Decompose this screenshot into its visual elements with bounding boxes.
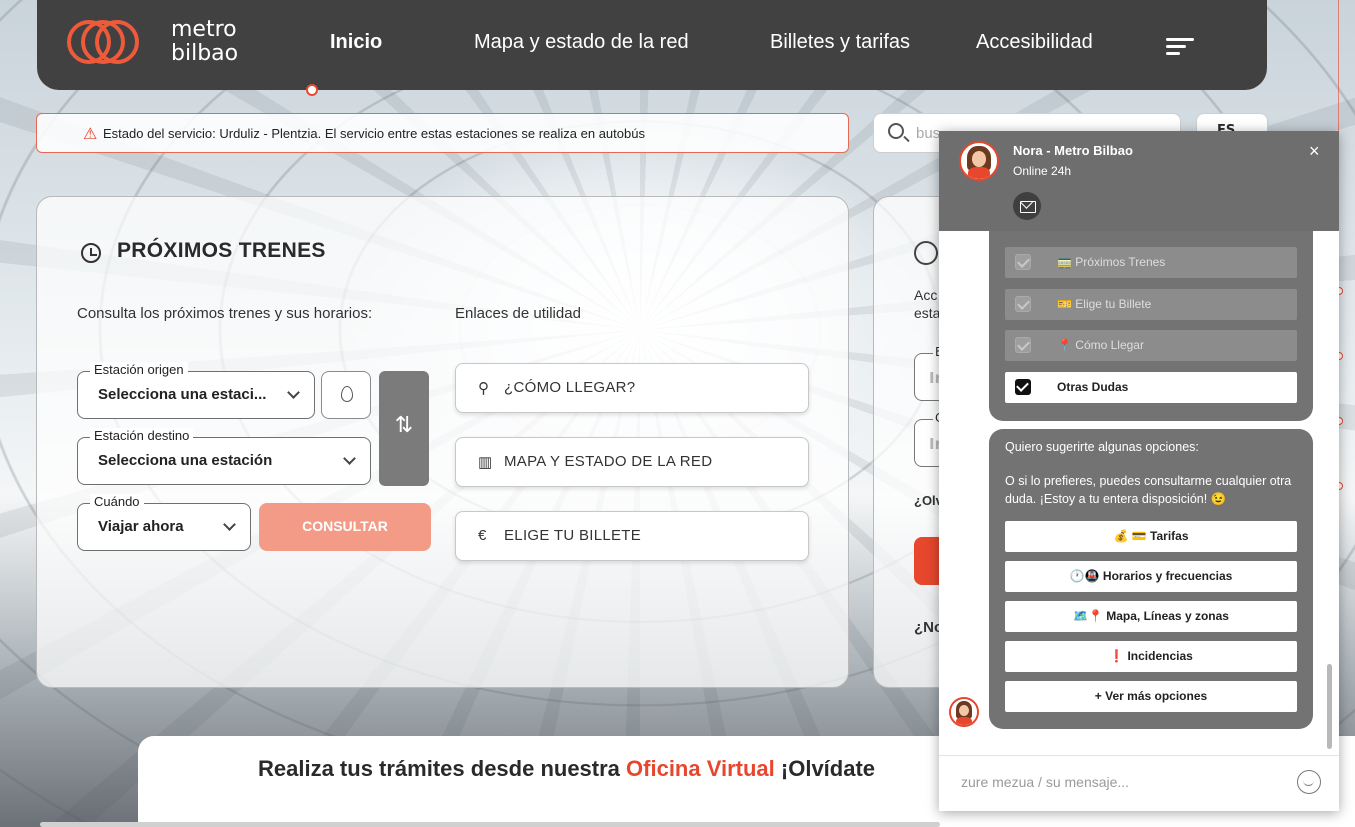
origin-value: Selecciona una estaci... (98, 386, 267, 403)
how-to-get-label: ¿CÓMO LLEGAR? (504, 379, 636, 396)
quick-reply-mapa[interactable]: 🗺️📍 Mapa, Líneas y zonas (1005, 601, 1297, 632)
chat-agent-name: Nora - Metro Bilbao (1013, 143, 1133, 158)
option-label: 🎫 Elige tu Billete (1057, 297, 1152, 311)
quick-reply-incidencias[interactable]: ❗ Incidencias (1005, 641, 1297, 672)
choose-ticket-label: ELIGE TU BILLETE (504, 527, 642, 544)
chat-message-input[interactable]: zure mezua / su mensaje... (961, 774, 1129, 790)
useful-links-title: Enlaces de utilidad (455, 305, 581, 322)
active-nav-indicator (306, 84, 318, 96)
nav-mapa-estado[interactable]: Mapa y estado de la red (474, 31, 689, 54)
quick-reply-mas-opciones[interactable]: + Ver más opciones (1005, 681, 1297, 712)
chat-widget: Nora - Metro Bilbao Online 24h × 🚃 Próxi… (939, 131, 1339, 811)
metro-bilbao-logo[interactable] (67, 18, 139, 66)
top-navigation: metro bilbao Inicio Mapa y estado de la … (37, 0, 1267, 90)
quick-reply-tarifas[interactable]: 💰 💳 Tarifas (1005, 521, 1297, 552)
location-pin-icon (341, 386, 353, 402)
when-value: Viajar ahora (98, 518, 184, 535)
warning-icon: ⚠ (83, 126, 98, 143)
search-icon (888, 123, 904, 139)
destination-station-select[interactable]: Estación destino Selecciona una estación (77, 428, 371, 485)
chevron-down-icon (223, 518, 236, 531)
side-line-2: esta (914, 305, 941, 321)
map-icon: ▥ (478, 454, 493, 471)
next-trains-subtitle: Consulta los próximos trenes y sus horar… (77, 305, 373, 322)
chevron-down-icon (343, 452, 356, 465)
option-otras-dudas[interactable]: Otras Dudas (1005, 372, 1297, 403)
nav-accesibilidad[interactable]: Accesibilidad (976, 31, 1093, 54)
chat-header: Nora - Metro Bilbao Online 24h × (939, 131, 1339, 231)
side-line-1: Acc (914, 287, 938, 303)
checkbox-checked-icon (1015, 296, 1031, 312)
nora-avatar (959, 141, 999, 181)
origin-station-select[interactable]: Estación origen Selecciona una estaci... (77, 362, 315, 419)
route-icon: ⚲ (478, 380, 490, 397)
checkbox-checked-icon (1015, 254, 1031, 270)
choose-ticket-link[interactable]: € ELIGE TU BILLETE (455, 511, 809, 561)
network-map-link[interactable]: ▥ MAPA Y ESTADO DE LA RED (455, 437, 809, 487)
option-elige-billete: 🎫 Elige tu Billete (1005, 289, 1297, 320)
next-trains-title: PRÓXIMOS TRENES (117, 239, 326, 262)
chevron-down-icon (287, 386, 300, 399)
euro-icon: € (478, 527, 487, 544)
next-trains-card: PRÓXIMOS TRENES Consulta los próximos tr… (36, 196, 849, 688)
brand-line-2: bilbao (171, 41, 239, 66)
option-label: 📍 Cómo Llegar (1057, 338, 1144, 352)
chat-status: Online 24h (1013, 164, 1072, 178)
alert-label: Estado del servicio: (103, 126, 216, 141)
how-to-get-link[interactable]: ⚲ ¿CÓMO LLEGAR? (455, 363, 809, 413)
origin-label: Estación origen (90, 362, 188, 377)
hamburger-icon[interactable] (1166, 38, 1194, 59)
suggestions-intro: Quiero sugerirte algunas opciones: (1005, 440, 1199, 454)
nora-avatar-small (949, 697, 979, 727)
brand-name[interactable]: metro bilbao (171, 18, 238, 66)
virtual-office-link[interactable]: Oficina Virtual (626, 756, 775, 781)
suggestions-bubble: Quiero sugerirte algunas opciones: O si … (989, 429, 1313, 729)
metro-logo-icon (914, 241, 938, 265)
network-map-label: MAPA Y ESTADO DE LA RED (504, 453, 713, 470)
banner-text-after: ¡Olvídate (774, 756, 876, 781)
nav-inicio[interactable]: Inicio (330, 31, 382, 54)
quick-reply-horarios[interactable]: 🕐🚇 Horarios y frecuencias (1005, 561, 1297, 592)
when-select[interactable]: Cuándo Viajar ahora (77, 494, 251, 551)
service-alert[interactable]: ⚠ Estado del servicio: Urduliz - Plentzi… (36, 113, 849, 153)
option-label: 🚃 Próximos Trenes (1057, 255, 1166, 269)
option-proximos-trenes: 🚃 Próximos Trenes (1005, 247, 1297, 278)
banner-text: Realiza tus trámites desde nuestra Ofici… (258, 756, 875, 782)
clock-icon (81, 243, 101, 263)
suggestions-text: O si lo prefieres, puedes consultarme cu… (1005, 474, 1292, 506)
emoji-icon[interactable] (1297, 770, 1321, 794)
chat-scrollbar[interactable] (1327, 664, 1332, 749)
destination-label: Estación destino (90, 428, 194, 443)
destination-value: Selecciona una estación (98, 452, 273, 469)
when-label: Cuándo (90, 494, 144, 509)
bottom-divider (40, 822, 940, 827)
checkbox-checked-icon (1015, 337, 1031, 353)
banner-text-before: Realiza tus trámites desde nuestra (258, 756, 627, 781)
locate-button[interactable] (321, 371, 371, 419)
consult-button[interactable]: CONSULTAR (259, 503, 431, 551)
nav-billetes-tarifas[interactable]: Billetes y tarifas (770, 31, 910, 54)
option-como-llegar: 📍 Cómo Llegar (1005, 330, 1297, 361)
swap-stations-button[interactable]: ⇅ (379, 371, 429, 486)
menu-bubble: 🚃 Próximos Trenes 🎫 Elige tu Billete 📍 C… (989, 231, 1313, 421)
chat-messages[interactable]: 🚃 Próximos Trenes 🎫 Elige tu Billete 📍 C… (939, 231, 1339, 753)
brand-line-1: metro (171, 17, 237, 42)
alert-text: Urduliz - Plentzia. El servicio entre es… (219, 126, 645, 141)
option-label: Otras Dudas (1057, 380, 1129, 394)
mail-icon[interactable] (1013, 192, 1041, 220)
close-icon[interactable]: × (1309, 141, 1320, 162)
chat-input-bar: zure mezua / su mensaje... (939, 755, 1339, 811)
search-placeholder: bus (916, 125, 941, 142)
swap-icon: ⇅ (394, 413, 414, 438)
checkbox-checked-icon[interactable] (1015, 379, 1031, 395)
